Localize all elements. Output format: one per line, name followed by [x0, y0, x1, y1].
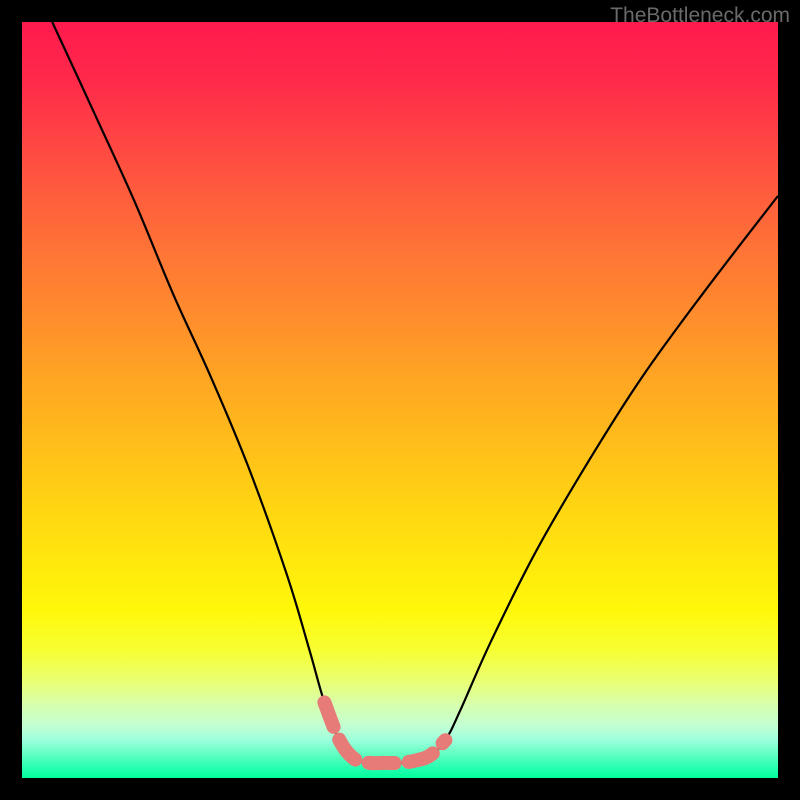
watermark-text: TheBottleneck.com — [610, 4, 790, 28]
plot-area — [22, 22, 778, 778]
bottleneck-curve — [52, 22, 778, 763]
chart-frame: TheBottleneck.com — [0, 0, 800, 800]
marker-segment — [324, 702, 445, 763]
chart-svg — [22, 22, 778, 778]
